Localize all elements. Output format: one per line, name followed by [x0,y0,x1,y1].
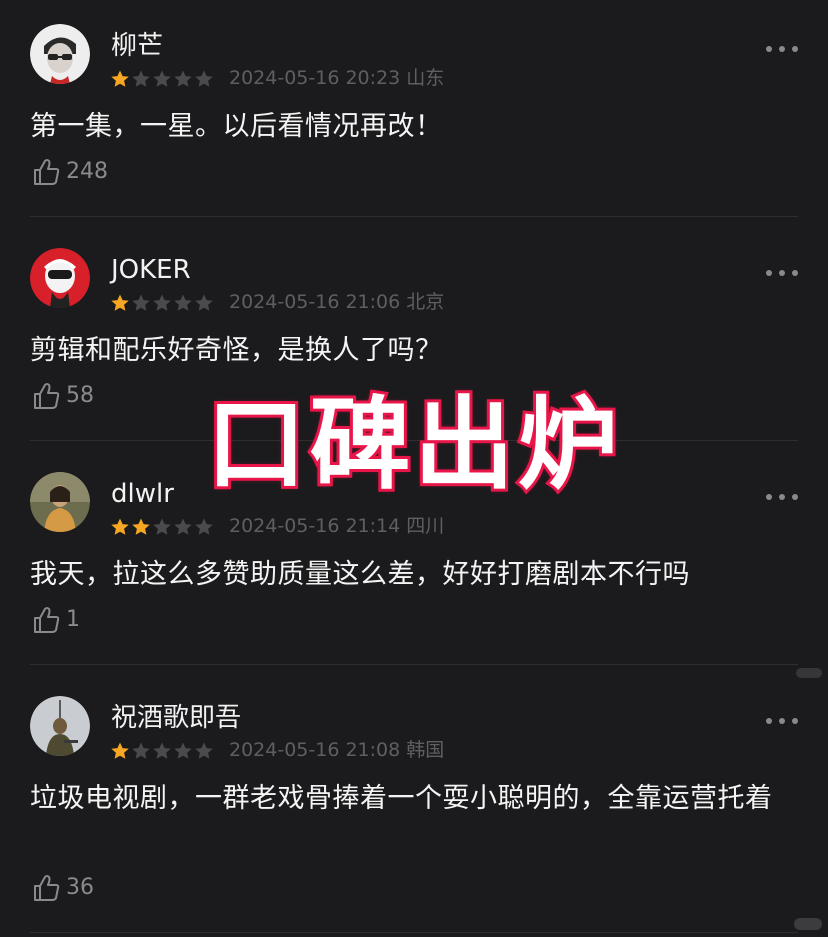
like-button[interactable]: 248 [30,156,108,188]
thumbs-up-icon [34,875,60,901]
star-empty-icon [195,742,213,759]
username[interactable]: JOKER [111,254,191,286]
star-empty-icon [153,70,171,87]
star-filled-icon [111,70,129,87]
overlay-title: 口碑出炉 [203,383,622,506]
like-count: 1 [66,607,80,632]
star-empty-icon [132,742,150,759]
star-empty-icon [153,294,171,311]
comment-list-page: 柳芒 2024-05-16 20:23 山东 第一集，一星。以后看情况再改！ 2… [0,0,828,937]
star-filled-icon [111,742,129,759]
like-button[interactable]: 1 [30,604,80,636]
comment-meta: 2024-05-16 21:14 四川 [229,515,445,537]
user-avatar[interactable] [30,248,90,308]
star-filled-icon [132,518,150,535]
star-empty-icon [132,294,150,311]
comment-text: 垃圾电视剧，一群老戏骨捧着一个耍小聪明的，全靠运营托着 [30,783,773,814]
like-count: 248 [66,159,108,184]
comment-meta: 2024-05-16 20:23 山东 [229,67,445,89]
star-rating [110,69,214,89]
user-avatar[interactable] [30,24,90,84]
divider [30,932,798,933]
thumbs-up-icon [34,383,60,409]
star-empty-icon [195,518,213,535]
comment-text: 剪辑和配乐好奇怪，是换人了吗？ [30,335,443,366]
more-options-icon[interactable] [766,44,798,54]
like-count: 58 [66,383,94,408]
star-rating [110,741,214,761]
star-empty-icon [153,742,171,759]
username[interactable]: dlwlr [111,478,174,510]
watermark-badge [794,918,822,930]
more-options-icon[interactable] [766,716,798,726]
thumbs-up-icon [34,159,60,185]
star-filled-icon [111,294,129,311]
star-filled-icon [111,518,129,535]
user-avatar[interactable] [30,696,90,756]
star-empty-icon [174,518,192,535]
like-button[interactable]: 36 [30,872,94,904]
star-empty-icon [153,518,171,535]
star-empty-icon [174,742,192,759]
divider [30,216,798,217]
more-options-icon[interactable] [766,492,798,502]
avatar-photo-soldier-icon [30,696,90,756]
divider [30,664,798,665]
star-empty-icon [174,70,192,87]
more-options-icon[interactable] [766,268,798,278]
comment-text: 我天，拉这么多赞助质量这么差，好好打磨剧本不行吗 [30,559,690,590]
overlay-banner: 口碑出炉 [183,383,645,506]
user-avatar[interactable] [30,472,90,532]
like-count: 36 [66,875,94,900]
star-empty-icon [195,70,213,87]
star-empty-icon [195,294,213,311]
username[interactable]: 柳芒 [111,30,163,62]
star-rating [110,293,214,313]
username[interactable]: 祝酒歌即吾 [111,702,241,734]
comment-meta: 2024-05-16 21:08 韩国 [229,739,445,761]
star-empty-icon [174,294,192,311]
avatar-red-helmet-icon [30,248,90,308]
star-rating [110,517,214,537]
comment-text: 第一集，一星。以后看情况再改！ [30,111,443,142]
comment-meta: 2024-05-16 21:06 北京 [229,291,445,313]
like-button[interactable]: 58 [30,380,94,412]
avatar-photo-person-icon [30,472,90,532]
star-empty-icon [132,70,150,87]
avatar-person-glasses-icon [30,24,90,84]
thumbs-up-icon [34,607,60,633]
watermark-badge [796,668,822,678]
